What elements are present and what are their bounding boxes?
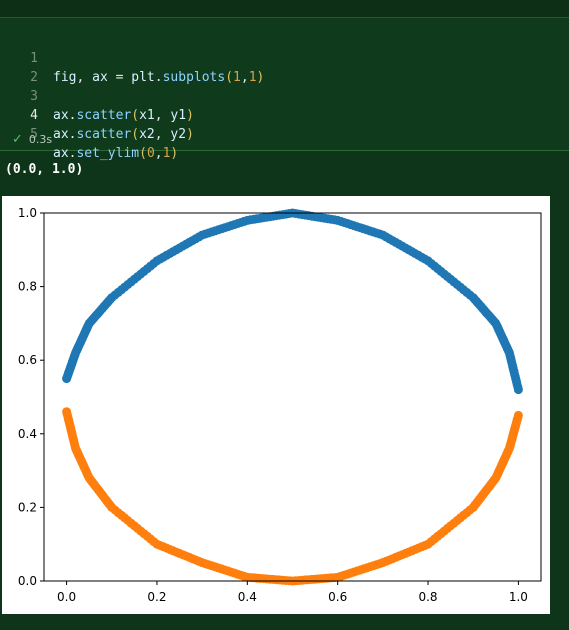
code-line[interactable]: 1 fig, ax = plt.subplots(1,1) bbox=[0, 30, 569, 85]
execution-duration: 0.3s bbox=[28, 133, 53, 146]
y-tick-label: 0.6 bbox=[18, 353, 37, 367]
code-line[interactable]: 5 ax.set_ylim(0,1) bbox=[0, 106, 569, 161]
x-tick-label: 0.4 bbox=[238, 590, 257, 604]
checkmark-icon: ✓ bbox=[12, 132, 23, 147]
scatter-chart: 0.0 0.2 0.4 0.6 0.8 1.0 0.0 0.2 0.4 0.6 0.8 1.0 bbox=[18, 206, 542, 604]
scatter-point bbox=[513, 410, 523, 420]
code-cell[interactable]: 1 fig, ax = plt.subplots(1,1) 2 3 ax.sca… bbox=[0, 18, 569, 161]
code-editor[interactable]: 1 fig, ax = plt.subplots(1,1) 2 3 ax.sca… bbox=[0, 30, 569, 161]
notebook-toolbar-strip bbox=[0, 0, 569, 18]
code-text: ax.set_ylim(0,1) bbox=[53, 146, 179, 161]
code-line[interactable]: 2 bbox=[0, 49, 569, 85]
y-tick-label: 1.0 bbox=[18, 206, 37, 220]
code-line[interactable]: 3 ax.scatter(x1, y1) bbox=[0, 68, 569, 123]
x-tick-label: 0.8 bbox=[418, 590, 437, 604]
code-text: ax.scatter(x2, y2) bbox=[53, 127, 194, 142]
x-tick-label: 0.6 bbox=[328, 590, 347, 604]
x-tick-label: 0.2 bbox=[147, 590, 166, 604]
code-line[interactable]: 4 ax.scatter(x2, y2) bbox=[0, 87, 569, 142]
cell-output-text: (0.0, 1.0) bbox=[5, 162, 84, 177]
plot-figure: 0.0 0.2 0.4 0.6 0.8 1.0 0.0 0.2 0.4 0.6 0.8 1.0 bbox=[2, 196, 550, 614]
y-tick-label: 0.8 bbox=[18, 280, 37, 294]
x-tick-label: 0.0 bbox=[57, 590, 76, 604]
y-tick-label: 0.0 bbox=[18, 574, 37, 588]
execution-status: ✓ 0.3s bbox=[12, 132, 52, 147]
plot-frame bbox=[43, 212, 542, 582]
y-tick-label: 0.4 bbox=[18, 427, 37, 441]
scatter-point bbox=[513, 385, 523, 395]
y-tick-label: 0.2 bbox=[18, 500, 37, 514]
x-tick-label: 1.0 bbox=[509, 590, 528, 604]
